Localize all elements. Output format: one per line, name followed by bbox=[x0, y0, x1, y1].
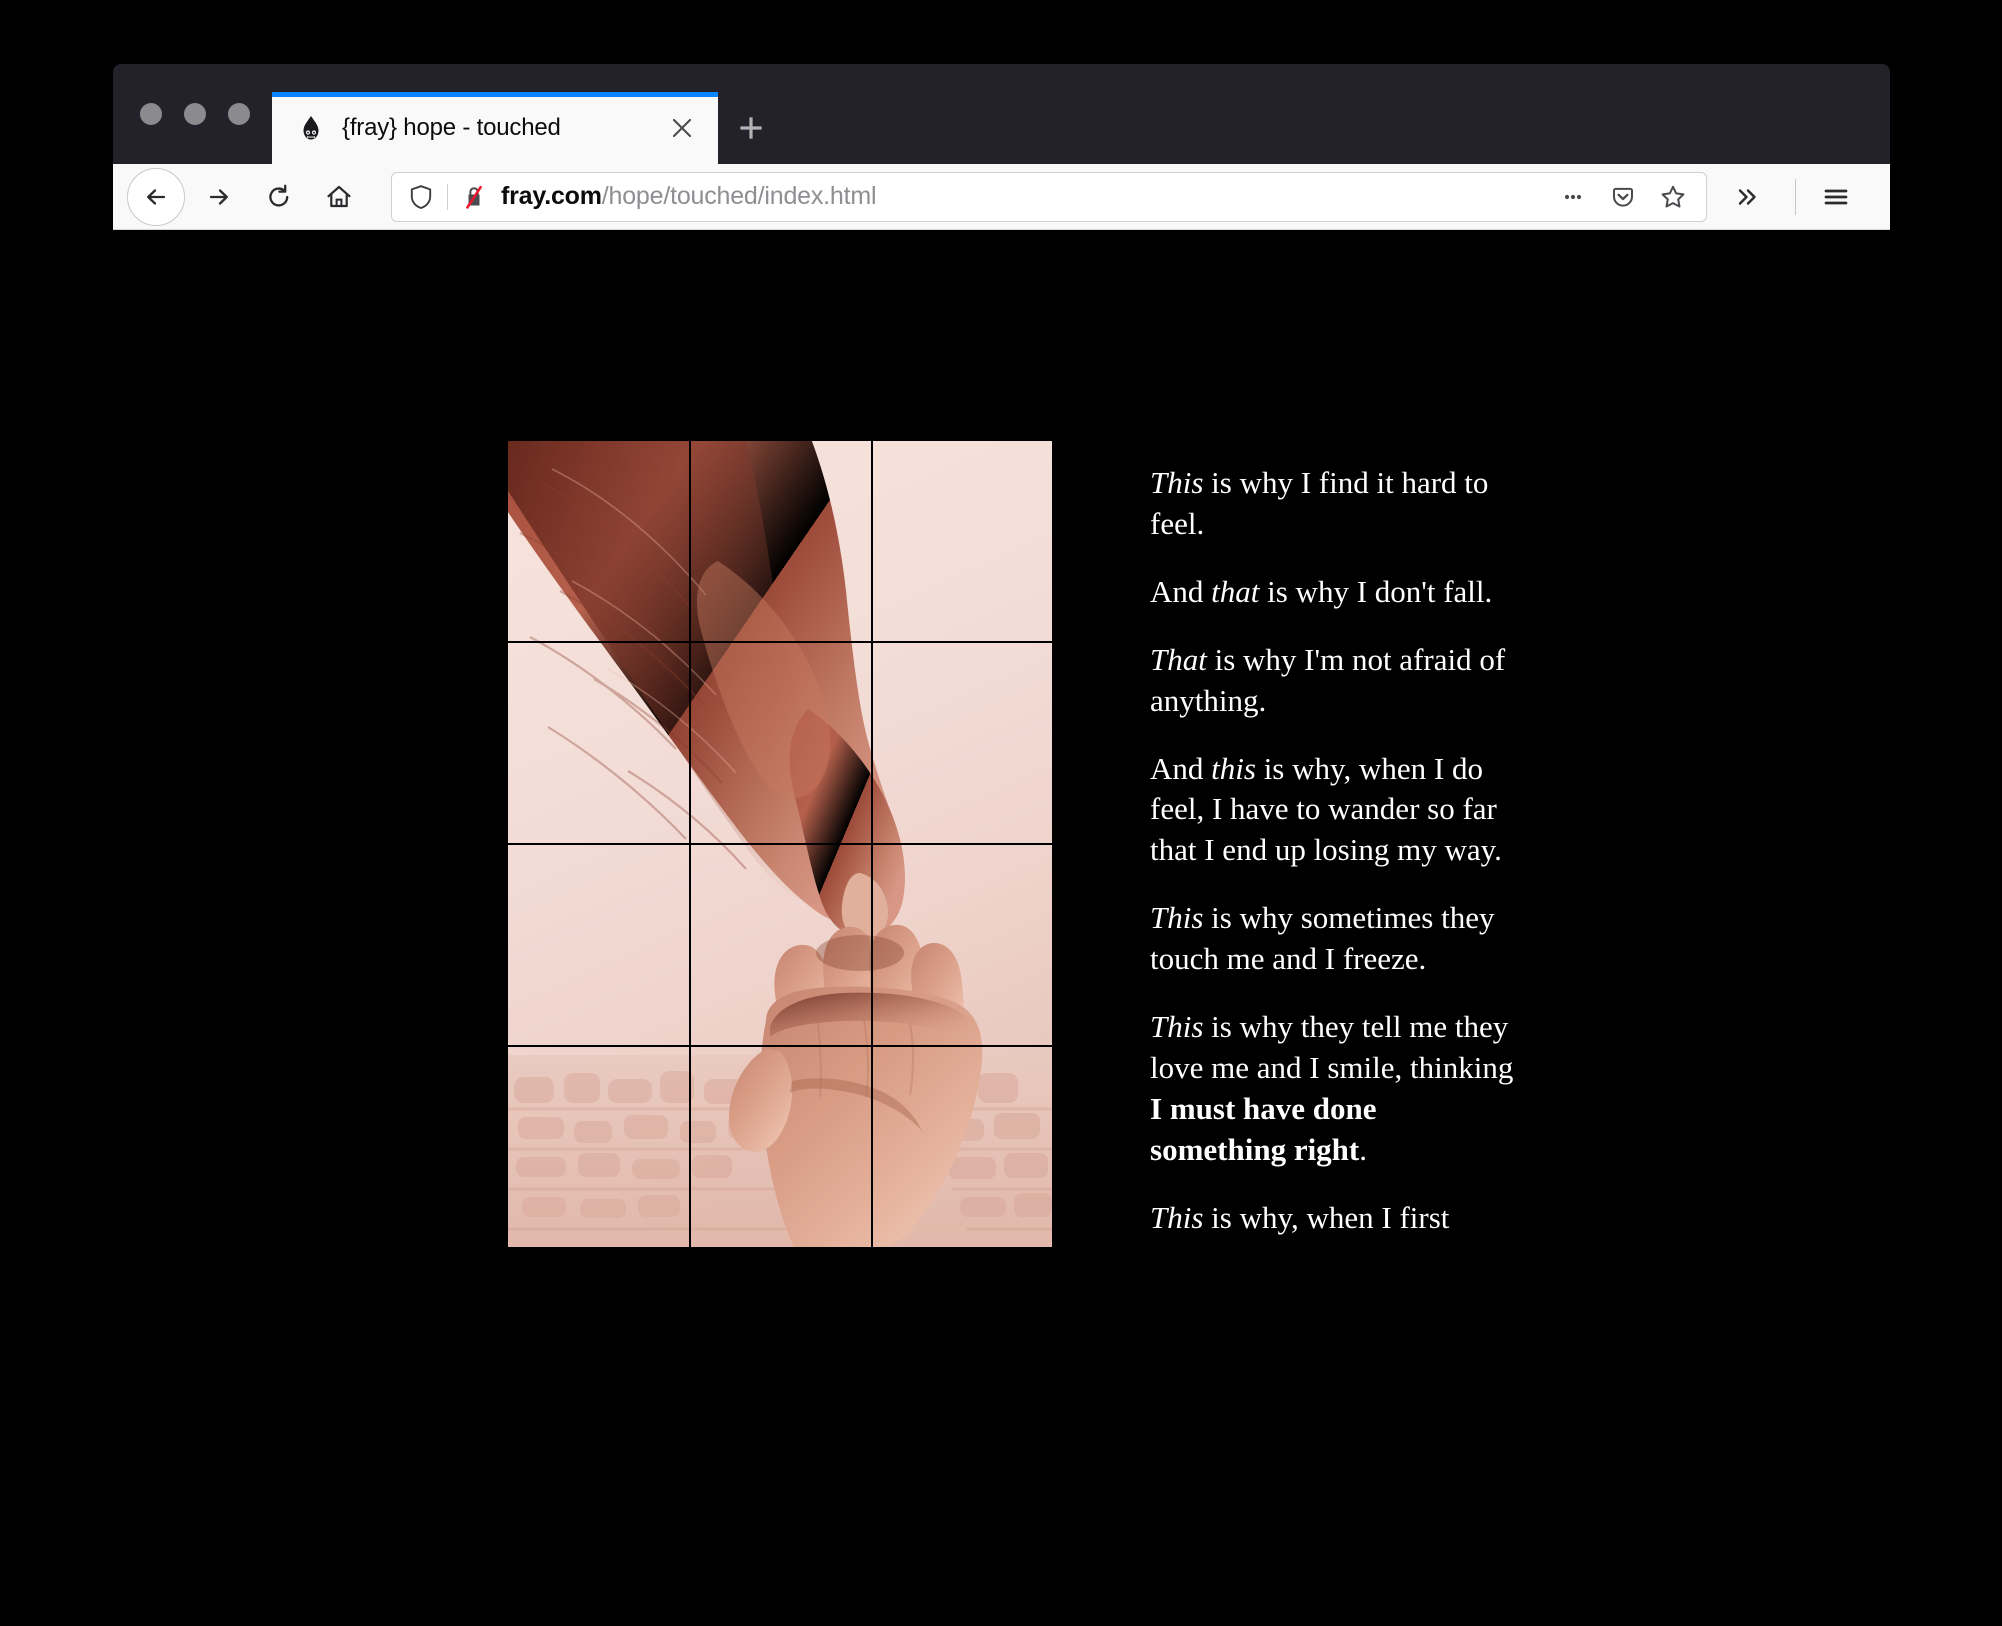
new-tab-button[interactable] bbox=[718, 92, 784, 164]
article-layout: This is why I find it hard to feel. And … bbox=[508, 441, 1518, 1253]
tab-fray-hope-touched[interactable]: {fray} hope - touched bbox=[272, 92, 718, 164]
emphasis: This bbox=[1150, 465, 1204, 500]
text-run: is why I don't fall. bbox=[1259, 573, 1493, 609]
toolbar-divider bbox=[1795, 178, 1796, 215]
paragraph: This is why I find it hard to feel. bbox=[1150, 463, 1518, 545]
page-actions-button[interactable] bbox=[1550, 176, 1596, 218]
text-run: is why, when I first bbox=[1203, 1199, 1450, 1235]
url-path: /hope/touched/index.html bbox=[601, 182, 877, 210]
minimize-window-button[interactable] bbox=[184, 103, 206, 125]
paragraph: And this is why, when I do feel, I have … bbox=[1150, 749, 1518, 872]
close-tab-button[interactable] bbox=[660, 106, 704, 150]
page-content: This is why I find it hard to feel. And … bbox=[0, 230, 2002, 1626]
bookmark-star-icon[interactable] bbox=[1650, 176, 1696, 218]
tracking-protection-shield-icon[interactable] bbox=[406, 182, 436, 212]
toolbar-right-group bbox=[1721, 171, 1870, 223]
url-host: fray.com bbox=[501, 182, 602, 210]
insecure-connection-icon[interactable] bbox=[459, 182, 489, 212]
pocket-icon[interactable] bbox=[1600, 176, 1646, 218]
text-run: is why they tell me they love me and I s… bbox=[1150, 1009, 1514, 1085]
text-run: . bbox=[1359, 1131, 1367, 1167]
emphasis: That bbox=[1150, 641, 1207, 677]
home-button[interactable] bbox=[313, 171, 365, 223]
maximize-window-button[interactable] bbox=[228, 103, 250, 125]
strong-text: I must have done something right bbox=[1150, 1090, 1377, 1167]
hands-photograph bbox=[508, 441, 1052, 1247]
app-menu-button[interactable] bbox=[1810, 171, 1862, 223]
emphasis: This bbox=[1150, 1009, 1204, 1045]
forward-button[interactable] bbox=[193, 171, 245, 223]
text-run: And bbox=[1150, 750, 1212, 786]
story-text: This is why I find it hard to feel. And … bbox=[1150, 463, 1518, 1253]
tab-strip: {fray} hope - touched bbox=[113, 64, 1890, 164]
emphasis: This bbox=[1150, 900, 1204, 936]
paragraph: And that is why I don't fall. bbox=[1150, 572, 1518, 613]
close-window-button[interactable] bbox=[140, 103, 162, 125]
fray-flame-favicon bbox=[298, 115, 324, 141]
paragraph: That is why I'm not afraid of anything. bbox=[1150, 640, 1518, 722]
browser-window: {fray} hope - touched fray.com/hope/touc… bbox=[113, 64, 1890, 230]
back-button[interactable] bbox=[127, 167, 185, 226]
tab-title: {fray} hope - touched bbox=[342, 114, 561, 141]
url-text: fray.com/hope/touched/index.html bbox=[501, 182, 1550, 211]
paragraph: This is why, when I first bbox=[1150, 1198, 1518, 1239]
overflow-chevrons-button[interactable] bbox=[1721, 171, 1773, 223]
tabs-area: {fray} hope - touched bbox=[272, 64, 784, 164]
reload-button[interactable] bbox=[253, 171, 305, 223]
paragraph: This is why they tell me they love me an… bbox=[1150, 1007, 1518, 1171]
paragraph: This is why sometimes they touch me and … bbox=[1150, 898, 1518, 980]
urlbar-actions bbox=[1550, 176, 1696, 218]
window-controls bbox=[113, 64, 250, 164]
address-bar[interactable]: fray.com/hope/touched/index.html bbox=[391, 171, 1707, 222]
navigation-toolbar: fray.com/hope/touched/index.html bbox=[113, 164, 1890, 230]
emphasis: This bbox=[1150, 1199, 1204, 1235]
text-run: And bbox=[1150, 573, 1212, 609]
emphasis: this bbox=[1211, 750, 1256, 786]
emphasis: that bbox=[1211, 573, 1260, 609]
urlbar-separator bbox=[447, 183, 448, 210]
